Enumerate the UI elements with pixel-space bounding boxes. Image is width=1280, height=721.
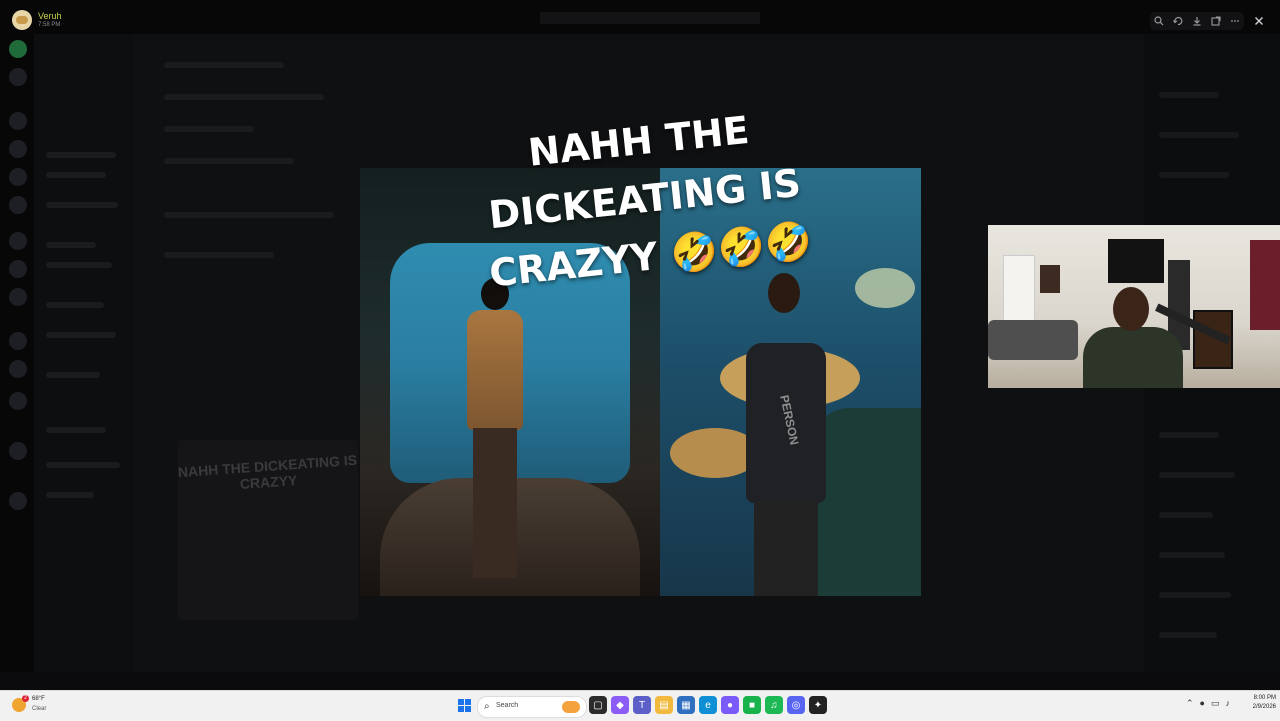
weather-badge: 2 — [22, 695, 29, 702]
app-icon[interactable]: ● — [721, 696, 739, 714]
viewer-toolbar — [1150, 12, 1244, 30]
microphone-icon[interactable]: ● — [1200, 698, 1205, 709]
member-item[interactable] — [1159, 432, 1219, 438]
server-icon[interactable] — [9, 140, 27, 158]
search-icon: ⌕ — [484, 701, 490, 712]
chevron-up-icon[interactable]: ⌃ — [1186, 698, 1194, 709]
more-icon[interactable] — [1229, 15, 1241, 27]
store-icon[interactable]: ▦ — [677, 696, 695, 714]
channel-item[interactable] — [46, 202, 118, 208]
server-rail — [0, 32, 34, 672]
spotify-icon[interactable]: ♫ — [765, 696, 783, 714]
weather-widget[interactable]: 2 68°F Clear — [10, 695, 70, 717]
person-figure — [455, 278, 535, 578]
channel-item[interactable] — [46, 172, 106, 178]
taskbar: 2 68°F Clear ⌕ Search ▢ ◆ T ▤ ▦ e ● ■ ♫ … — [0, 690, 1280, 721]
server-icon[interactable] — [9, 260, 27, 278]
chat-message — [164, 252, 274, 258]
server-icon[interactable] — [9, 196, 27, 214]
taskbar-clock[interactable]: 8:00 PM 2/9/2026 — [1242, 694, 1276, 710]
notice-bar — [540, 12, 760, 24]
volume-icon[interactable]: ♪ — [1226, 698, 1231, 709]
server-icon[interactable] — [9, 360, 27, 378]
server-icon[interactable] — [9, 492, 27, 510]
task-view-icon[interactable]: ▢ — [589, 696, 607, 714]
search-highlight-icon — [562, 701, 580, 713]
search-placeholder: Search — [496, 702, 519, 709]
viewer-topbar: Veruh 7:58 PM — [0, 0, 1280, 34]
channel-item[interactable] — [46, 332, 116, 338]
webcam-person — [1083, 287, 1183, 388]
webcam-poster — [1250, 240, 1280, 330]
avatar[interactable] — [12, 10, 32, 30]
channel-item[interactable] — [46, 302, 104, 308]
weather-condition: Clear — [32, 706, 47, 712]
server-icon[interactable] — [9, 392, 27, 410]
thumbnail-caption: NAHH THE DICKEATING IS CRAZYY — [177, 451, 358, 492]
member-item[interactable] — [1159, 592, 1231, 598]
background-image-thumbnail: NAHH THE DICKEATING IS CRAZYY — [177, 440, 358, 620]
edge-icon[interactable]: e — [699, 696, 717, 714]
channel-item[interactable] — [46, 492, 94, 498]
close-icon — [1255, 17, 1263, 25]
chat-message — [164, 62, 284, 68]
chat-message — [164, 158, 294, 164]
taskbar-search[interactable]: ⌕ Search — [477, 696, 587, 718]
laughing-emoji-icon: 🤣🤣🤣 — [668, 217, 815, 277]
channel-item[interactable] — [46, 262, 112, 268]
server-icon[interactable] — [9, 288, 27, 306]
server-icon[interactable] — [9, 332, 27, 350]
person-figure: PERSON — [730, 273, 840, 596]
app-icon[interactable]: ✦ — [809, 696, 827, 714]
app-icon[interactable]: ■ — [743, 696, 761, 714]
member-item[interactable] — [1159, 552, 1225, 558]
teams-icon[interactable]: T — [633, 696, 651, 714]
channel-item[interactable] — [46, 427, 106, 433]
server-icon[interactable] — [9, 232, 27, 250]
webcam-overlay — [988, 225, 1280, 388]
member-item[interactable] — [1159, 512, 1213, 518]
webcam-tv — [1108, 239, 1164, 283]
system-tray: ⌃ ● ▭ ♪ — [1186, 698, 1230, 709]
start-button[interactable] — [458, 699, 471, 712]
copilot-icon[interactable]: ◆ — [611, 696, 629, 714]
channel-item[interactable] — [46, 242, 96, 248]
discord-icon[interactable]: ◎ — [787, 696, 805, 714]
rotate-icon[interactable] — [1172, 15, 1184, 27]
clock-date: 2/9/2026 — [1252, 704, 1276, 710]
member-item[interactable] — [1159, 172, 1229, 178]
member-item[interactable] — [1159, 632, 1217, 638]
close-button[interactable] — [1250, 12, 1268, 30]
chat-message — [164, 126, 254, 132]
server-icon[interactable] — [9, 442, 27, 460]
channel-item[interactable] — [46, 462, 120, 468]
server-icon[interactable] — [9, 40, 27, 58]
member-item[interactable] — [1159, 92, 1219, 98]
server-icon[interactable] — [9, 168, 27, 186]
open-external-icon[interactable] — [1210, 15, 1222, 27]
network-icon[interactable]: ▭ — [1211, 698, 1220, 709]
channel-item[interactable] — [46, 372, 100, 378]
server-icon[interactable] — [9, 68, 27, 86]
member-item[interactable] — [1159, 132, 1239, 138]
server-icon[interactable] — [9, 112, 27, 130]
channel-list — [34, 32, 134, 672]
message-timestamp: 7:58 PM — [38, 22, 61, 28]
weather-temp: 68°F — [32, 696, 45, 702]
webcam-couch — [988, 320, 1078, 360]
channel-item[interactable] — [46, 152, 116, 158]
download-icon[interactable] — [1191, 15, 1203, 27]
image-caption: NAHH THE DICKEATING IS CRAZYY 🤣🤣🤣 — [452, 93, 839, 311]
webcam-door — [1003, 255, 1035, 327]
chat-message — [164, 212, 334, 218]
member-item[interactable] — [1159, 472, 1235, 478]
file-explorer-icon[interactable]: ▤ — [655, 696, 673, 714]
webcam-poster — [1040, 265, 1060, 293]
user-name[interactable]: Veruh — [38, 11, 62, 21]
caption-line-text: CRAZYY — [487, 234, 660, 296]
zoom-icon[interactable] — [1153, 15, 1165, 27]
clock-time: 8:00 PM — [1253, 695, 1276, 701]
chat-message — [164, 94, 324, 100]
